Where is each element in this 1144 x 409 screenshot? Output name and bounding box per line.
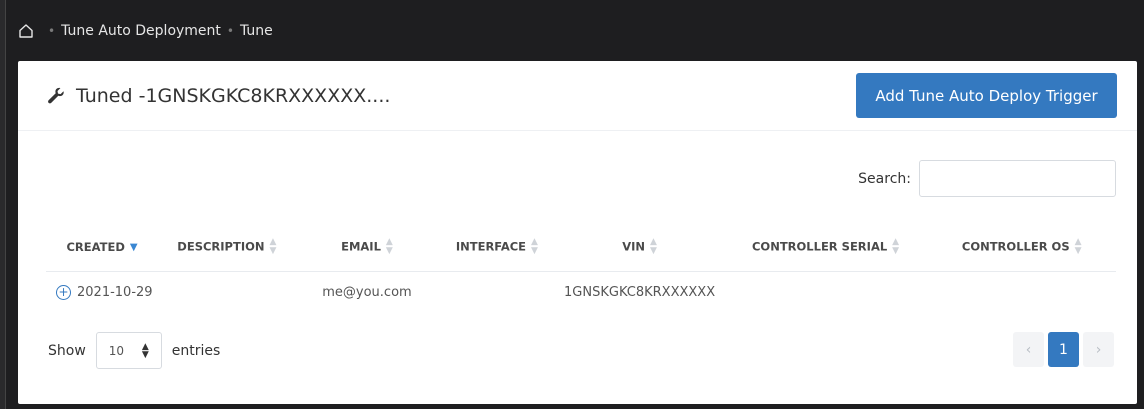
expand-row-icon[interactable]: + (56, 284, 71, 300)
table-row: +2021-10-29 me@you.com 1GNSKGKC8KRXXXXXX (46, 271, 1116, 313)
breadcrumb-item-tune-auto-deployment[interactable]: Tune Auto Deployment (61, 23, 221, 39)
card-title-text: Tuned -1GNSKGKC8KRXXXXXX.... (76, 84, 391, 107)
column-header-controller-serial[interactable]: CONTROLLER SERIAL ▲ ▼ (723, 224, 928, 272)
page-1-button[interactable]: 1 (1048, 332, 1079, 367)
sort-icon: ▲ ▼ (650, 237, 657, 257)
cell-created: +2021-10-29 (46, 271, 158, 313)
column-header-email[interactable]: EMAIL ▲ ▼ (295, 224, 439, 272)
table-header-row: CREATED ▼ DESCRIPTION ▲ ▼ EMAIL ▲ ▼ INTERFACE… (46, 224, 1116, 272)
cell-email: me@you.com (322, 284, 412, 300)
pagination: ‹ 1 › (1013, 332, 1114, 367)
column-header-controller-os[interactable]: CONTROLLER OS ▲ ▼ (927, 224, 1116, 272)
search-row: Search: (858, 160, 1116, 197)
cell-description (158, 271, 296, 313)
sort-desc-icon: ▼ (129, 241, 138, 253)
breadcrumb-separator: • (48, 23, 56, 38)
wrench-icon (46, 86, 66, 106)
show-label: Show (48, 342, 86, 359)
add-tune-auto-deploy-trigger-button[interactable]: Add Tune Auto Deploy Trigger (856, 73, 1117, 118)
breadcrumb: • Tune Auto Deployment • Tune (6, 0, 1144, 61)
entries-select[interactable]: 10 ▲ ▼ (95, 332, 162, 369)
entries-length-control: Show 10 ▲ ▼ entries (48, 332, 220, 369)
search-input[interactable] (919, 160, 1116, 197)
triggers-table: CREATED ▼ DESCRIPTION ▲ ▼ EMAIL ▲ ▼ INTERFACE… (46, 224, 1116, 313)
page-title: Tuned -1GNSKGKC8KRXXXXXX.... (46, 85, 390, 107)
sort-icon: ▲ ▼ (892, 237, 900, 257)
sort-icon: ▲ ▼ (269, 237, 277, 257)
breadcrumb-item-tune[interactable]: Tune (240, 23, 273, 39)
updown-icon: ▲ ▼ (141, 341, 149, 360)
column-header-interface[interactable]: INTERFACE ▲ ▼ (438, 224, 556, 272)
next-page-button[interactable]: › (1083, 332, 1114, 367)
window-left-edge (0, 0, 6, 409)
breadcrumb-separator: • (226, 23, 234, 38)
previous-page-button[interactable]: ‹ (1013, 332, 1044, 367)
sort-icon: ▲ ▼ (1074, 237, 1082, 257)
sort-icon: ▲ ▼ (531, 237, 538, 257)
cell-controller-os (927, 271, 1116, 313)
cell-controller-serial (724, 271, 928, 313)
column-header-created[interactable]: CREATED ▼ (46, 224, 159, 272)
column-header-description[interactable]: DESCRIPTION ▲ ▼ (158, 224, 296, 272)
card-header: Tuned -1GNSKGKC8KRXXXXXX.... Add Tune Au… (18, 61, 1137, 131)
column-header-vin[interactable]: VIN ▲ ▼ (555, 224, 724, 272)
cell-interface (438, 271, 555, 313)
tune-card: Tuned -1GNSKGKC8KRXXXXXX.... Add Tune Au… (18, 61, 1137, 404)
entries-label: entries (171, 342, 221, 359)
home-icon[interactable] (18, 23, 34, 39)
cell-vin: 1GNSKGKC8KRXXXXXX (564, 284, 716, 300)
sort-icon: ▲ ▼ (385, 237, 393, 257)
search-label: Search: (858, 170, 911, 187)
entries-select-value: 10 (108, 343, 125, 358)
